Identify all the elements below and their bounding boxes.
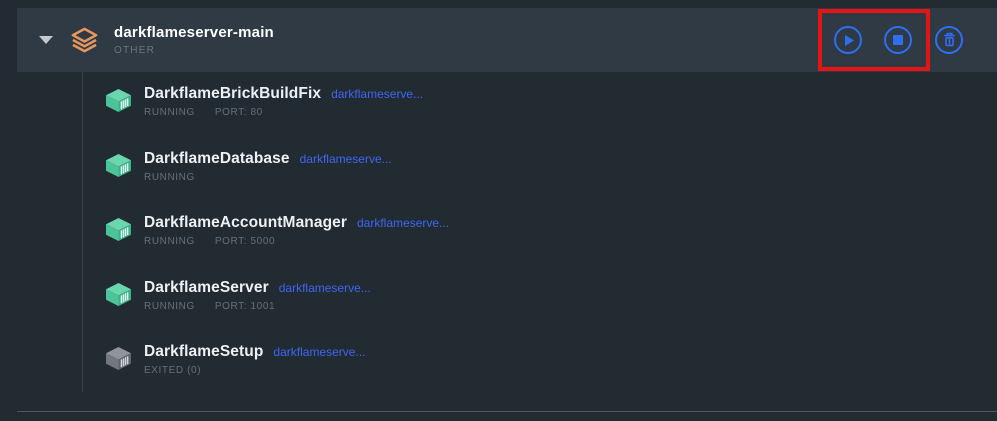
tree-guide-line [82, 72, 83, 392]
group-title-block: darkflameserver-main OTHER [114, 24, 274, 56]
start-button[interactable] [834, 26, 862, 54]
container-name: DarkflameDatabase [144, 149, 290, 168]
container-link[interactable]: darkflameserve... [331, 87, 423, 101]
layers-stack-icon [70, 26, 99, 55]
stop-button[interactable] [884, 26, 912, 54]
delete-button[interactable] [935, 26, 963, 54]
container-link[interactable]: darkflameserve... [357, 216, 449, 230]
status-badge: RUNNING [144, 236, 195, 247]
container-status-line: RUNNING PORT: 1001 [144, 301, 371, 313]
group-title: darkflameserver-main [114, 24, 274, 42]
play-icon [845, 35, 854, 46]
trash-icon [942, 32, 957, 48]
container-name: DarkflameBrickBuildFix [144, 84, 321, 103]
container-status-line: RUNNING PORT: 5000 [144, 236, 449, 248]
container-name: DarkflameServer [144, 278, 269, 297]
status-badge: RUNNING [144, 301, 195, 312]
bottom-divider [17, 411, 997, 412]
container-cube-icon [106, 283, 131, 306]
container-row[interactable]: DarkflameServer darkflameserve... RUNNIN… [106, 278, 449, 343]
status-badge: RUNNING [144, 172, 195, 183]
container-name: DarkflameAccountManager [144, 213, 347, 232]
status-badge: EXITED (0) [144, 365, 201, 376]
container-row[interactable]: DarkflameBrickBuildFix darkflameserve...… [106, 84, 449, 149]
container-status-line: EXITED (0) [144, 365, 365, 377]
container-row[interactable]: DarkflameSetup darkflameserve... EXITED … [106, 342, 449, 407]
container-link[interactable]: darkflameserve... [300, 152, 392, 166]
container-list: DarkflameBrickBuildFix darkflameserve...… [106, 84, 449, 407]
container-cube-icon [106, 218, 131, 241]
container-row[interactable]: DarkflameDatabase darkflameserve... RUNN… [106, 149, 449, 214]
container-link[interactable]: darkflameserve... [273, 345, 365, 359]
container-cube-icon [106, 347, 131, 370]
container-cube-icon [106, 154, 131, 177]
status-badge: RUNNING [144, 107, 195, 118]
container-cube-icon [106, 89, 131, 112]
port-label: PORT: 1001 [215, 301, 275, 312]
container-status-line: RUNNING [144, 172, 392, 184]
container-row[interactable]: DarkflameAccountManager darkflameserve..… [106, 213, 449, 278]
collapse-caret-icon[interactable] [39, 36, 53, 44]
group-subtitle: OTHER [114, 45, 274, 56]
stop-icon [893, 35, 903, 45]
port-label: PORT: 80 [215, 107, 263, 118]
container-link[interactable]: darkflameserve... [279, 281, 371, 295]
container-status-line: RUNNING PORT: 80 [144, 107, 423, 119]
container-name: DarkflameSetup [144, 342, 263, 361]
port-label: PORT: 5000 [215, 236, 275, 247]
